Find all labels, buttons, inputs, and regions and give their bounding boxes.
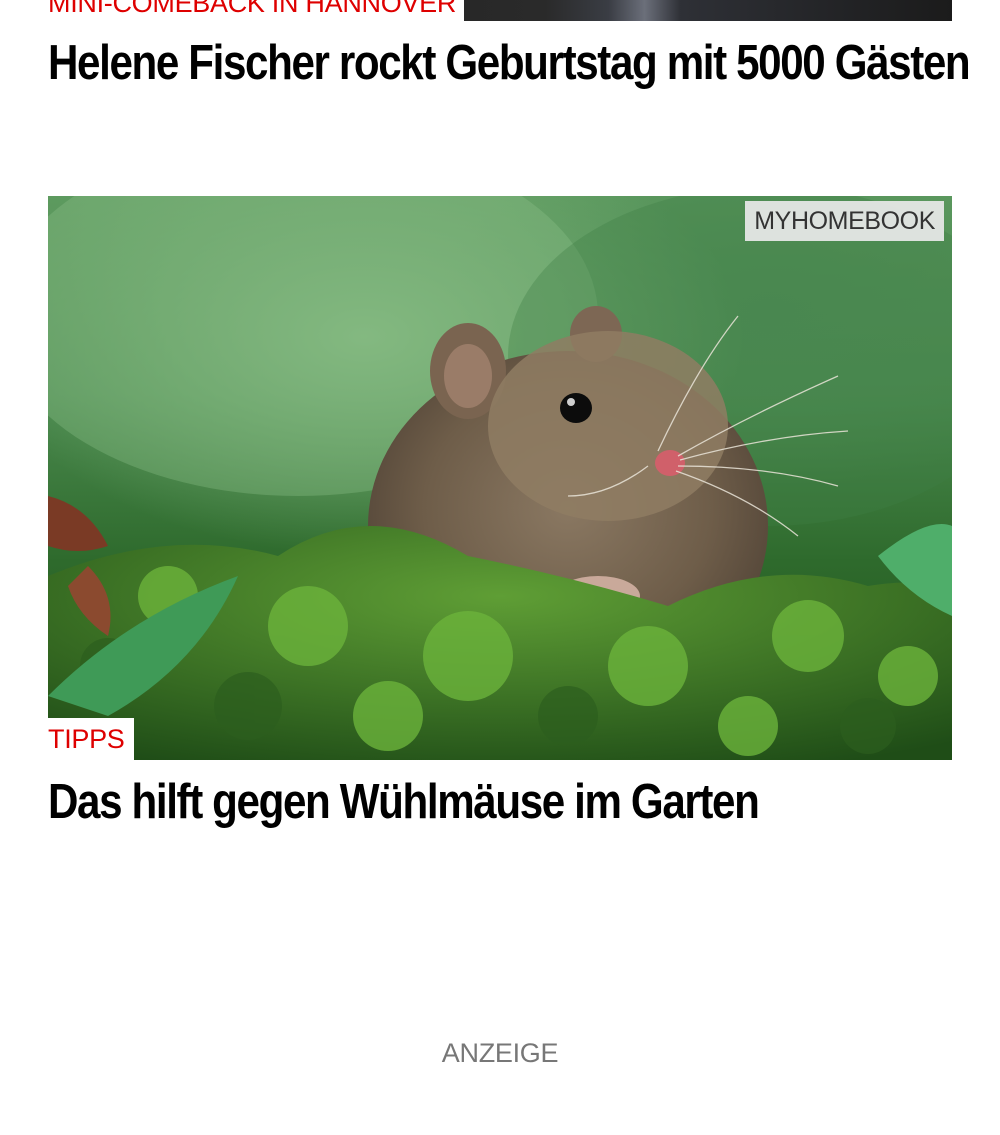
teaser-headline[interactable]: Helene Fischer rockt Geburtstag mit 5000…: [48, 35, 971, 91]
teaser-headline[interactable]: Das hilft gegen Wühlmäuse im Garten: [48, 774, 760, 830]
kicker-box: MINI-COMEBACK IN HANNOVER: [48, 0, 465, 21]
kicker-box: TIPPS: [48, 718, 134, 760]
vole-photo-illustration: [48, 196, 952, 760]
teaser-kicker: TIPPS: [48, 724, 125, 754]
article-teaser-wuehlmaeuse[interactable]: MYHOMEBOOK TIPPS Das hilft gegen Wühlmäu…: [48, 196, 952, 846]
teaser-kicker: MINI-COMEBACK IN HANNOVER: [48, 0, 457, 18]
source-badge: MYHOMEBOOK: [745, 201, 944, 241]
teaser-image[interactable]: MYHOMEBOOK: [48, 196, 952, 760]
ad-label: ANZEIGE: [441, 1038, 559, 1068]
article-teaser-helene-fischer[interactable]: MINI-COMEBACK IN HANNOVER Helene Fischer…: [48, 0, 971, 110]
